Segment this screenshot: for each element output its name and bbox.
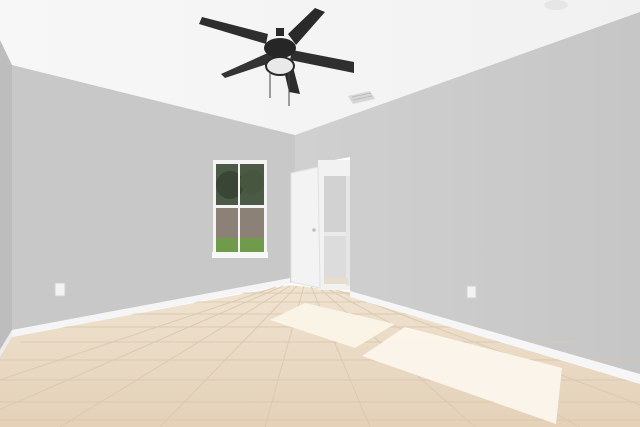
closet-opening	[318, 160, 350, 290]
outlet-right	[466, 285, 477, 299]
smoke-detector	[544, 0, 568, 10]
left-side-wall	[0, 40, 12, 350]
window	[212, 160, 268, 258]
outlet-left	[54, 282, 66, 297]
room-illustration	[0, 0, 640, 427]
room-scene	[0, 0, 640, 427]
open-door	[290, 166, 321, 289]
